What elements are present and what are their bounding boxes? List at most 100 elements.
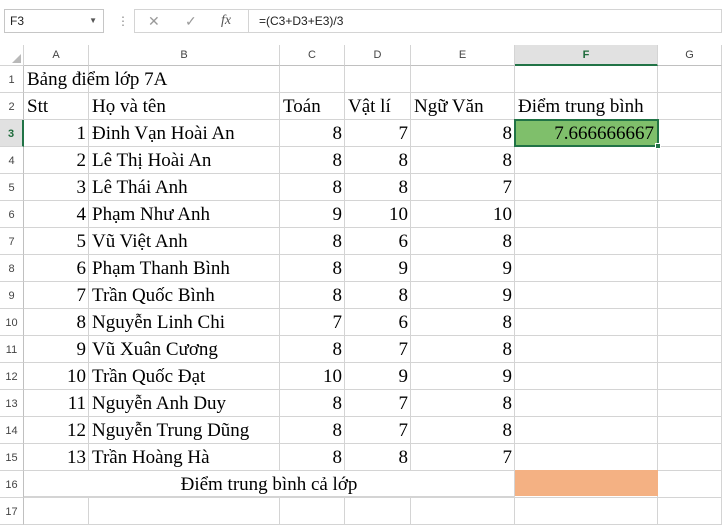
cell-g14[interactable] [658,417,722,444]
cell-f12[interactable] [515,363,658,390]
cell-f15[interactable] [515,444,658,471]
cell-g5[interactable] [658,174,722,201]
name-box[interactable]: F3 ▼ [4,9,104,33]
physics-score: 7 [398,393,409,414]
literature-score: 8 [502,420,513,441]
literature-score: 9 [502,258,513,279]
formula-bar: F3 ▼ ⋮ ✕ ✓ fx =(C3+D3+E3)/3 [0,0,722,45]
cell-d1[interactable] [345,66,411,93]
cell-g8[interactable] [658,255,722,282]
row-header-13[interactable]: 13 [0,390,24,417]
cell-g16[interactable] [658,471,722,498]
cell-f7[interactable] [515,228,658,255]
row-header-14[interactable]: 14 [0,417,24,444]
cell-g6[interactable] [658,201,722,228]
stt-value: 11 [67,393,86,414]
column-header-d[interactable]: D [345,45,411,66]
header-physics: Vật lí [348,96,391,117]
fill-handle[interactable] [655,143,661,149]
cell-f11[interactable] [515,336,658,363]
cell-g7[interactable] [658,228,722,255]
header-stt: Stt [27,96,49,117]
cell-a17[interactable] [24,498,89,525]
physics-score: 6 [398,231,409,252]
row-header-16[interactable]: 16 [0,471,24,498]
row-header-9[interactable]: 9 [0,282,24,309]
chevron-down-icon[interactable]: ▼ [89,10,97,32]
physics-score: 10 [389,204,408,225]
physics-score: 9 [398,258,409,279]
cell-e17[interactable] [411,498,515,525]
row-header-4[interactable]: 4 [0,147,24,174]
cell-g3[interactable] [658,120,722,147]
cell-f5[interactable] [515,174,658,201]
math-score: 8 [332,231,343,252]
cell-f4[interactable] [515,147,658,174]
student-name: Vũ Việt Anh [92,231,188,252]
formula-input[interactable]: =(C3+D3+E3)/3 [248,9,722,33]
cell-b17[interactable] [89,498,280,525]
literature-score: 8 [502,312,513,333]
literature-score: 9 [502,366,513,387]
student-name: Phạm Như Anh [92,204,210,225]
select-all-corner[interactable] [0,45,24,66]
cell-c17[interactable] [280,498,345,525]
stt-value: 4 [76,204,87,225]
student-name: Trần Quốc Đạt [92,366,206,387]
class-average-label: Điểm trung bình cả lớp [24,471,515,497]
cell-e1[interactable] [411,66,515,93]
cell-g15[interactable] [658,444,722,471]
row-header-1[interactable]: 1 [0,66,24,93]
cell-g12[interactable] [658,363,722,390]
active-cell-f3[interactable]: 7.666666667 [514,119,659,147]
cell-g4[interactable] [658,147,722,174]
literature-score: 9 [502,285,513,306]
cancel-icon[interactable]: ✕ [148,12,160,30]
cell-g13[interactable] [658,390,722,417]
row-header-10[interactable]: 10 [0,309,24,336]
math-score: 8 [332,393,343,414]
column-header-e[interactable]: E [411,45,515,66]
row-header-3[interactable]: 3 [0,120,24,147]
cell-g11[interactable] [658,336,722,363]
cell-f14[interactable] [515,417,658,444]
row-header-15[interactable]: 15 [0,444,24,471]
header-literature: Ngữ Văn [414,96,484,117]
cell-f9[interactable] [515,282,658,309]
cell-c1[interactable] [280,66,345,93]
cell-f1[interactable] [515,66,658,93]
row-header-7[interactable]: 7 [0,228,24,255]
stt-value: 7 [76,285,87,306]
row-header-2[interactable]: 2 [0,93,24,120]
row-header-5[interactable]: 5 [0,174,24,201]
student-name: Trần Quốc Bình [92,285,215,306]
literature-score: 7 [502,447,513,468]
column-header-g[interactable]: G [658,45,722,66]
cell-d17[interactable] [345,498,411,525]
more-options-icon[interactable]: ⋮ [117,12,129,30]
cell-f8[interactable] [515,255,658,282]
cell-g9[interactable] [658,282,722,309]
cell-f6[interactable] [515,201,658,228]
cell-f17[interactable] [515,498,658,525]
cell-g10[interactable] [658,309,722,336]
column-header-b[interactable]: B [89,45,280,66]
row-header-11[interactable]: 11 [0,336,24,363]
row-header-8[interactable]: 8 [0,255,24,282]
row-header-12[interactable]: 12 [0,363,24,390]
cell-g1[interactable] [658,66,722,93]
math-score: 8 [332,339,343,360]
cell-g2[interactable] [658,93,722,120]
math-score: 7 [332,312,343,333]
cell-f10[interactable] [515,309,658,336]
column-header-a[interactable]: A [24,45,89,66]
cell-f13[interactable] [515,390,658,417]
row-header-6[interactable]: 6 [0,201,24,228]
row-header-17[interactable]: 17 [0,498,24,525]
insert-function-icon[interactable]: fx [221,12,231,30]
cell-g17[interactable] [658,498,722,525]
column-header-f[interactable]: F [515,45,658,66]
class-average-cell[interactable] [515,470,658,496]
column-header-c[interactable]: C [280,45,345,66]
enter-icon[interactable]: ✓ [185,12,197,30]
